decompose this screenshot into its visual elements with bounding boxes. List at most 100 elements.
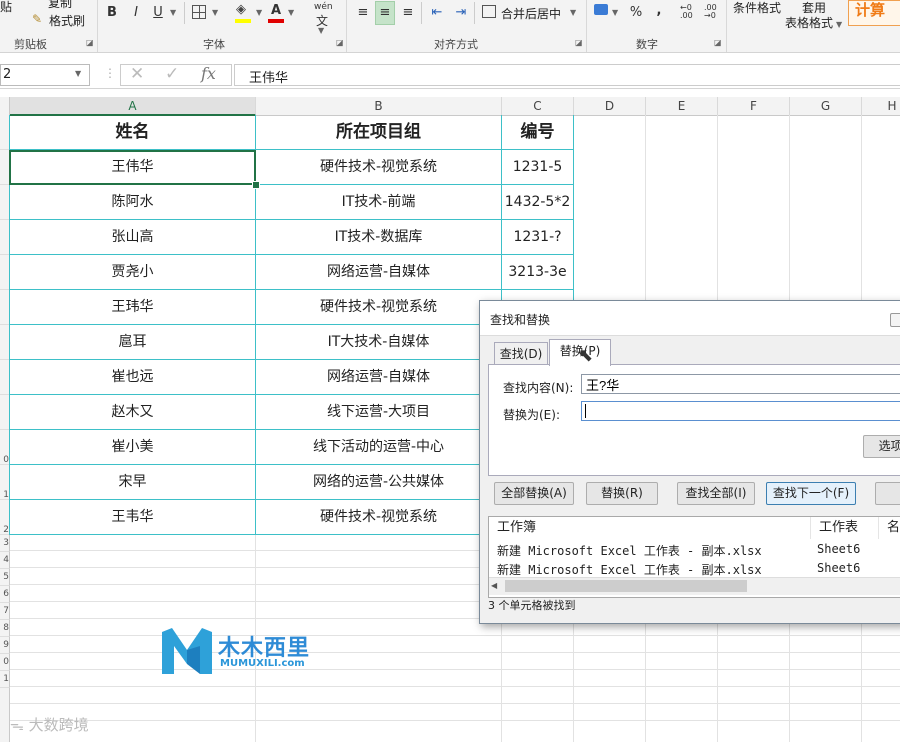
cell-project[interactable]: 线下运营-大项目 (256, 395, 502, 430)
cell-name[interactable]: 张山高 (9, 220, 256, 255)
borders-dropdown-icon[interactable]: ▼ (212, 8, 218, 17)
row-header[interactable] (0, 688, 10, 742)
table-format-dropdown-icon[interactable]: ▼ (836, 20, 842, 29)
percent-button[interactable]: % (628, 2, 644, 24)
replace-button[interactable]: 替换(R) (586, 482, 658, 505)
cell-name[interactable]: 崔也远 (9, 360, 256, 395)
name-box-dropdown-icon[interactable]: ▼ (75, 69, 81, 78)
accounting-dropdown-icon[interactable]: ▼ (612, 8, 618, 17)
results-header-sheet[interactable]: 工作表 (811, 517, 879, 539)
align-right-button[interactable]: ≡ (399, 2, 417, 24)
cell-project[interactable]: 网络的运营-公共媒体 (256, 465, 502, 500)
column-header-f[interactable]: F (718, 97, 790, 116)
cell-project[interactable]: 硬件技术-视觉系统 (256, 150, 502, 185)
cell-name[interactable]: 贾尧小 (9, 255, 256, 290)
find-all-button[interactable]: 查找全部(I) (677, 482, 755, 505)
cell-project[interactable]: 网络运营-自媒体 (256, 360, 502, 395)
merge-dropdown-icon[interactable]: ▼ (570, 8, 576, 17)
results-list[interactable]: 工作簿 工作表 名 新建 Microsoft Excel 工作表 - 副本.xl… (488, 516, 900, 598)
column-header-g[interactable]: G (790, 97, 862, 116)
fill-handle[interactable] (252, 181, 260, 189)
scroll-left-icon[interactable]: ◀ (491, 581, 497, 590)
cell-name[interactable]: 赵木又 (9, 395, 256, 430)
select-all-corner[interactable] (0, 97, 10, 116)
comma-button[interactable]: , (652, 0, 666, 22)
phonetic-dropdown-icon[interactable]: ▼ (318, 26, 324, 35)
cell-project[interactable]: 硬件技术-视觉系统 (256, 500, 502, 535)
cell-project[interactable]: IT技术-数据库 (256, 220, 502, 255)
decrease-indent-button[interactable]: ⇤ (428, 2, 446, 24)
accounting-format-icon[interactable] (594, 4, 608, 15)
table-header-project[interactable]: 所在项目组 (256, 115, 502, 150)
conditional-format-button[interactable]: 条件格式 (733, 0, 781, 16)
cell-project[interactable]: 线下活动的运营-中心 (256, 430, 502, 465)
borders-icon[interactable] (192, 5, 206, 19)
cell-project[interactable]: 网络运营-自媒体 (256, 255, 502, 290)
cell-id[interactable]: 1231-? (502, 220, 574, 255)
column-header-a[interactable]: A (10, 97, 256, 116)
table-header-name[interactable]: 姓名 (9, 115, 256, 150)
results-header-workbook[interactable]: 工作簿 (489, 517, 811, 539)
replace-input[interactable] (581, 401, 900, 421)
fill-color-dropdown-icon[interactable]: ▼ (256, 8, 262, 17)
increase-indent-button[interactable]: ⇥ (452, 2, 470, 24)
close-button[interactable] (875, 482, 900, 505)
bold-button[interactable]: B (104, 2, 120, 24)
cell-project[interactable]: IT技术-前端 (256, 185, 502, 220)
row-header[interactable]: 1 (0, 671, 10, 688)
row-header[interactable]: 0 (0, 654, 10, 671)
row-header[interactable]: 8 (0, 620, 10, 637)
row-header[interactable]: 5 (0, 569, 10, 586)
dialog-title-bar[interactable]: 查找和替换 (480, 301, 900, 336)
insert-function-icon[interactable]: fx (201, 64, 216, 83)
cell-name[interactable]: 王韦华 (9, 500, 256, 535)
find-input[interactable] (581, 374, 900, 394)
column-header-e[interactable]: E (646, 97, 718, 116)
column-header-d[interactable]: D (574, 97, 646, 116)
results-horizontal-scrollbar[interactable]: ◀ (489, 577, 900, 595)
font-color-dropdown-icon[interactable]: ▼ (288, 8, 294, 17)
enter-icon[interactable]: ✓ (165, 64, 179, 84)
decrease-decimal-icon[interactable]: .00 →0 (704, 4, 717, 20)
cell-id[interactable]: 1231-5 (502, 150, 574, 185)
paste-button[interactable]: 贴 (0, 0, 12, 15)
name-box[interactable]: 2 ▼ (0, 64, 90, 86)
replace-all-button[interactable]: 全部替换(A) (494, 482, 574, 505)
calc-style-cell[interactable]: 计算 (848, 0, 900, 26)
tab-find[interactable]: 查找(D) (494, 342, 548, 365)
column-header-b[interactable]: B (256, 97, 502, 116)
dialog-help-button[interactable] (890, 313, 900, 327)
cell-name[interactable]: 宋早 (9, 465, 256, 500)
alignment-launcher-icon[interactable]: ◪ (575, 39, 583, 47)
cell-id[interactable]: 3213-3e (502, 255, 574, 290)
column-header-c[interactable]: C (502, 97, 574, 116)
cell-name[interactable]: 陈阿水 (9, 185, 256, 220)
italic-button[interactable]: I (128, 2, 144, 24)
phonetic-button[interactable]: wén (314, 2, 333, 12)
cancel-icon[interactable]: ✕ (130, 64, 144, 84)
cell-name[interactable]: 崔小美 (9, 430, 256, 465)
table-header-id[interactable]: 编号 (502, 115, 574, 150)
column-header-h[interactable]: H (862, 97, 900, 116)
formula-input[interactable]: 王伟华 (234, 64, 900, 86)
clipboard-launcher-icon[interactable]: ◪ (86, 39, 94, 47)
cell-project[interactable]: 硬件技术-视觉系统 (256, 290, 502, 325)
cell-project[interactable]: IT大技术-自媒体 (256, 325, 502, 360)
row-header[interactable]: 7 (0, 603, 10, 620)
fill-color-icon[interactable]: ◈ (236, 2, 246, 17)
options-button[interactable]: 选项( (863, 435, 900, 458)
row-header[interactable]: 3 (0, 535, 10, 552)
row-header[interactable]: 9 (0, 637, 10, 654)
copy-button[interactable]: 复制 (48, 0, 72, 11)
cell-name[interactable]: 扈耳 (9, 325, 256, 360)
number-launcher-icon[interactable]: ◪ (714, 39, 722, 47)
cell-name[interactable]: 王玮华 (9, 290, 256, 325)
row-header[interactable]: 6 (0, 586, 10, 603)
merge-center-button[interactable]: 合并后居中 (501, 5, 561, 22)
cell-id[interactable]: 1432-5*2 (502, 185, 574, 220)
results-header-name[interactable]: 名 (879, 517, 900, 539)
align-center-button[interactable]: ≡ (375, 1, 395, 25)
scrollbar-thumb[interactable] (505, 580, 747, 592)
align-left-button[interactable]: ≡ (354, 2, 372, 24)
underline-button[interactable]: U (150, 2, 166, 24)
